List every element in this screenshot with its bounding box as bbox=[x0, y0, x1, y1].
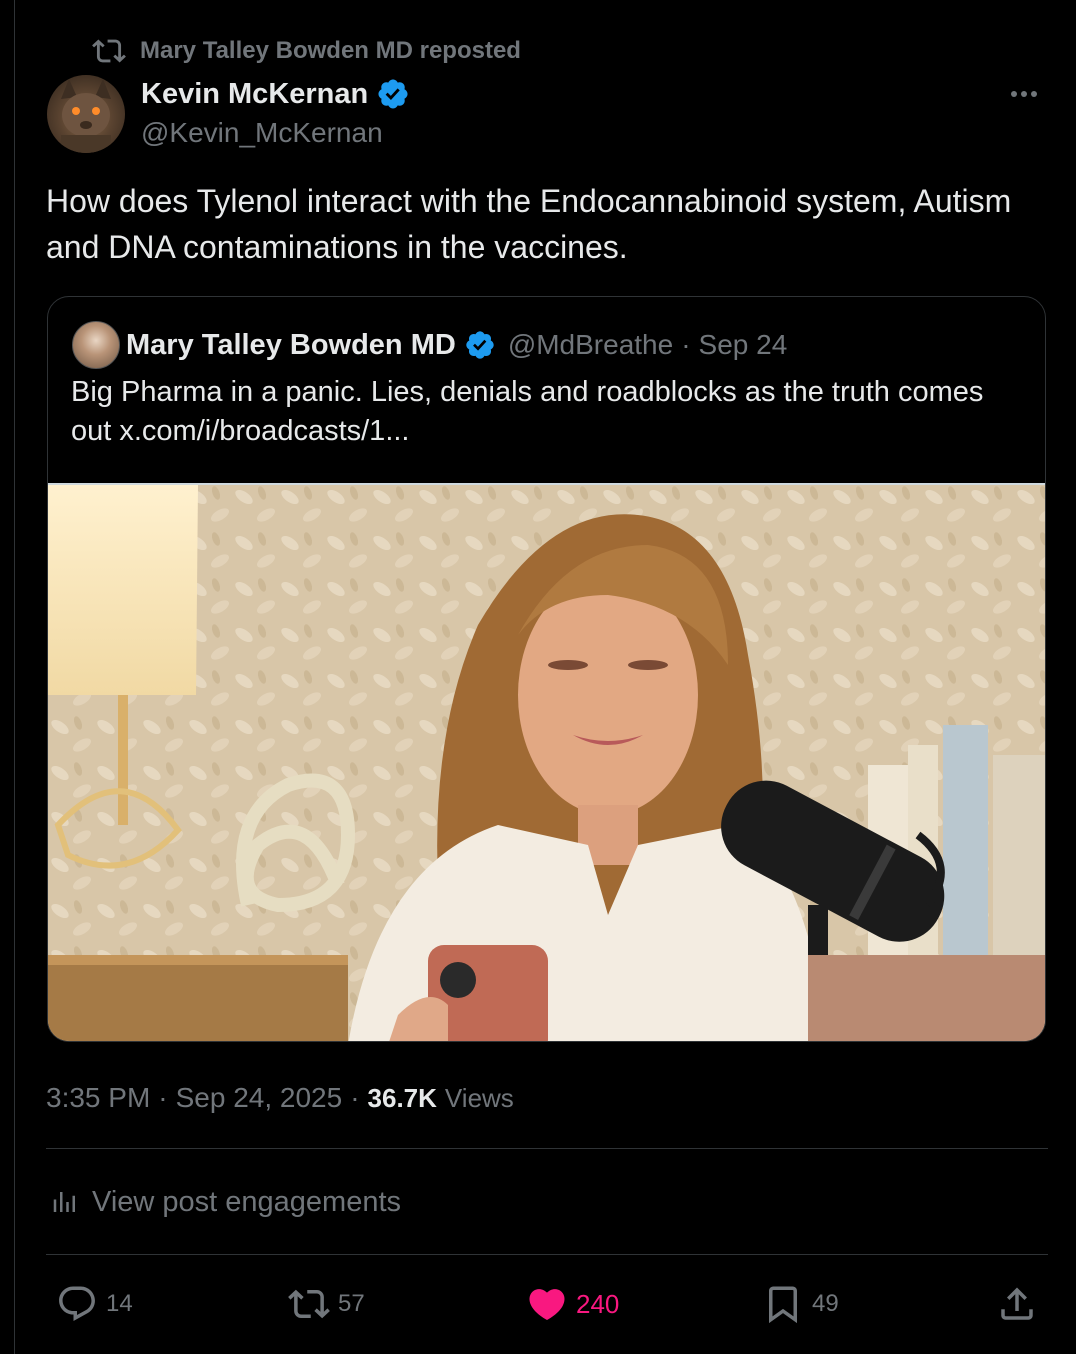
verified-badge-icon bbox=[378, 79, 408, 109]
bookmark-icon bbox=[769, 1286, 797, 1324]
view-engagements-label: View post engagements bbox=[92, 1185, 402, 1218]
more-options-icon[interactable] bbox=[1004, 80, 1044, 108]
column-border bbox=[14, 0, 15, 1354]
avatar-image bbox=[61, 79, 111, 153]
dot-separator: · bbox=[158, 1082, 168, 1113]
repost-text: Mary Talley Bowden MD reposted bbox=[140, 37, 521, 64]
analytics-icon bbox=[53, 1192, 75, 1212]
video-frame-image bbox=[48, 485, 1045, 1041]
repost-context[interactable]: Mary Talley Bowden MD reposted bbox=[92, 34, 521, 68]
quoted-header: Mary Talley Bowden MD @MdBreathe · Sep 2… bbox=[126, 323, 787, 367]
share-button[interactable] bbox=[996, 1278, 1038, 1330]
quoted-post[interactable]: Mary Talley Bowden MD @MdBreathe · Sep 2… bbox=[47, 296, 1046, 1042]
quoted-date: Sep 24 bbox=[698, 329, 788, 360]
post-detail-page: Mary Talley Bowden MD reposted Kevin McK… bbox=[0, 0, 1076, 1354]
repost-button[interactable]: 57 bbox=[288, 1278, 365, 1330]
like-button[interactable]: 240 bbox=[526, 1278, 619, 1330]
author-handle[interactable]: @Kevin_McKernan bbox=[141, 114, 383, 152]
dot-separator: · bbox=[681, 329, 691, 360]
bookmark-count: 49 bbox=[812, 1290, 839, 1317]
reply-count: 14 bbox=[106, 1290, 133, 1317]
post-metadata: 3:35 PM · Sep 24, 2025 · 36.7K Views bbox=[46, 1078, 514, 1118]
quoted-text: Big Pharma in a panic. Lies, denials and… bbox=[71, 376, 984, 447]
author-name-text: Kevin McKernan bbox=[141, 77, 369, 110]
share-icon bbox=[1001, 1287, 1033, 1320]
divider bbox=[46, 1148, 1048, 1149]
action-bar: 14 57 240 49 bbox=[0, 1278, 1076, 1330]
divider bbox=[46, 1254, 1048, 1255]
quoted-avatar bbox=[72, 321, 120, 369]
post-time[interactable]: 3:35 PM bbox=[46, 1082, 150, 1114]
verified-badge-icon bbox=[466, 331, 494, 359]
views-label: Views bbox=[444, 1082, 514, 1113]
reply-icon bbox=[59, 1286, 95, 1321]
repost-icon bbox=[288, 1289, 330, 1319]
view-engagements-link[interactable]: View post engagements bbox=[50, 1182, 401, 1222]
avatar[interactable] bbox=[47, 75, 125, 153]
like-count: 240 bbox=[576, 1288, 620, 1319]
repost-icon bbox=[92, 39, 126, 63]
author-name[interactable]: Kevin McKernan bbox=[141, 74, 410, 114]
heart-icon bbox=[529, 1289, 565, 1321]
post-date[interactable]: Sep 24, 2025 bbox=[176, 1082, 343, 1114]
video-thumbnail[interactable] bbox=[48, 483, 1045, 1041]
views-count: 36.7K bbox=[367, 1082, 437, 1113]
quoted-author-handle: @MdBreathe bbox=[507, 329, 674, 360]
dot-separator: · bbox=[350, 1082, 360, 1113]
post-text: How does Tylenol interact with the Endoc… bbox=[46, 183, 1012, 265]
bookmark-button[interactable]: 49 bbox=[762, 1278, 839, 1330]
repost-count: 57 bbox=[338, 1290, 365, 1317]
quoted-author-name: Mary Talley Bowden MD bbox=[126, 328, 456, 361]
reply-button[interactable]: 14 bbox=[56, 1278, 133, 1330]
